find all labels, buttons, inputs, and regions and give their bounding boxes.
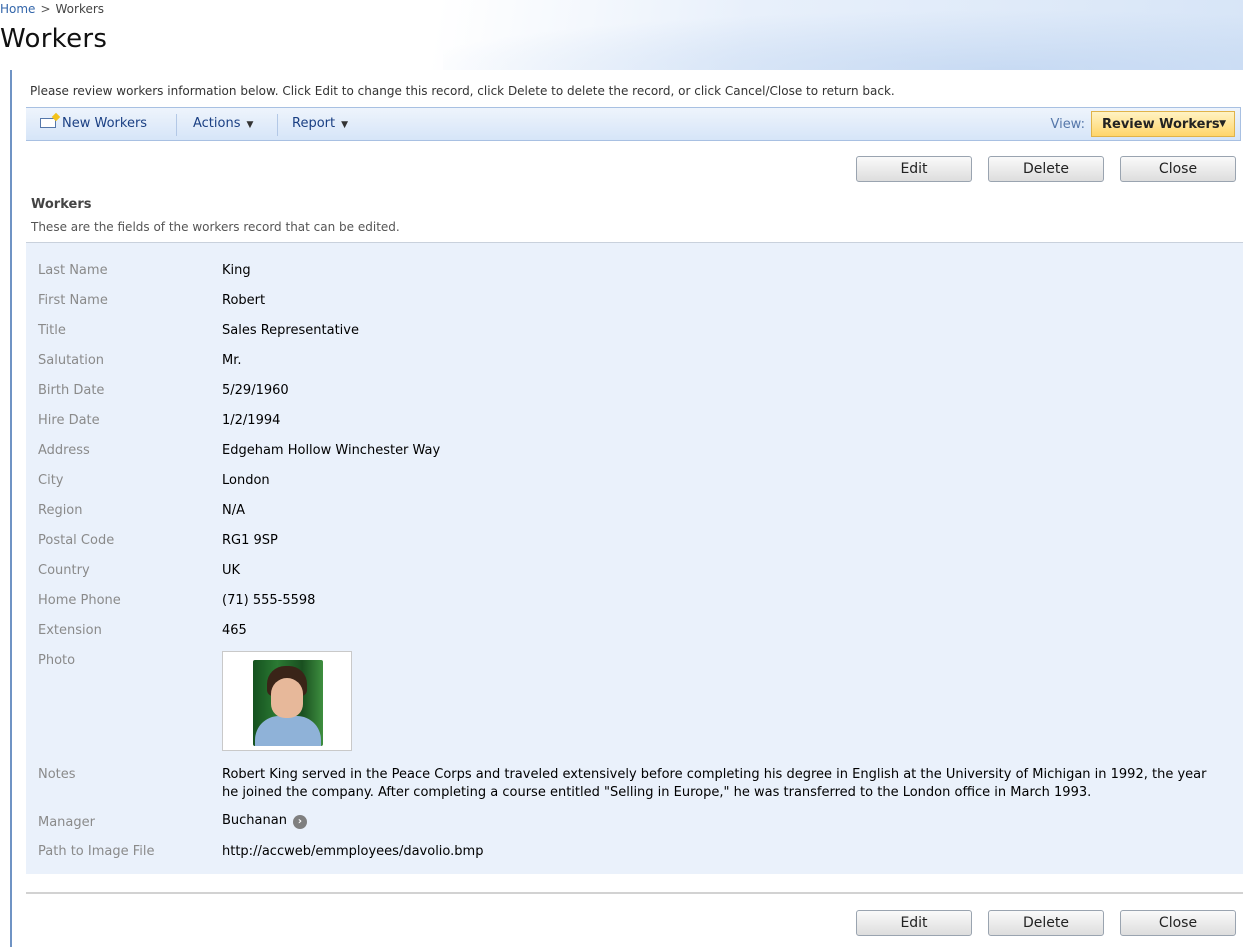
page-header: Home > Workers Workers — [0, 0, 1243, 70]
field-label-image-path: Path to Image File — [38, 844, 155, 859]
field-label-home-phone: Home Phone — [38, 593, 121, 608]
actions-menu[interactable]: Actions ▼ — [193, 116, 253, 131]
field-value-postal-code: RG1 9SP — [222, 533, 278, 548]
field-value-last-name: King — [222, 263, 251, 278]
field-value-extension: 465 — [222, 623, 247, 638]
photo-shirt — [255, 716, 321, 746]
field-label-manager: Manager — [38, 815, 95, 830]
section-description: These are the fields of the workers reco… — [31, 220, 400, 234]
field-label-extension: Extension — [38, 623, 102, 638]
photo-face — [271, 678, 303, 718]
field-label-salutation: Salutation — [38, 353, 105, 368]
toolbar: New Workers Actions ▼ Report ▼ View: Revie… — [26, 107, 1241, 141]
new-workers-label: New Workers — [62, 116, 148, 131]
field-label-photo: Photo — [38, 653, 76, 668]
field-value-salutation: Mr. — [222, 353, 242, 368]
field-label-hire-date: Hire Date — [38, 413, 100, 428]
field-value-region: N/A — [222, 503, 245, 518]
field-value-city: London — [222, 473, 270, 488]
field-label-first-name: First Name — [38, 293, 108, 308]
view-selector-value: Review Workers — [1102, 117, 1220, 132]
close-button[interactable]: Close — [1120, 156, 1236, 182]
close-button-bottom[interactable]: Close — [1120, 910, 1236, 936]
new-item-icon — [40, 118, 56, 128]
delete-button-bottom[interactable]: Delete — [988, 910, 1104, 936]
toolbar-separator — [176, 114, 177, 136]
view-selector[interactable]: Review Workers ▼ — [1091, 111, 1235, 137]
field-value-first-name: Robert — [222, 293, 266, 308]
manager-link-label: Buchanan — [222, 813, 287, 828]
employee-photo — [253, 660, 323, 746]
report-menu[interactable]: Report ▼ — [292, 116, 348, 131]
manager-link[interactable]: Buchanan › — [222, 813, 307, 829]
field-value-notes: Robert King served in the Peace Corps an… — [222, 767, 1207, 800]
breadcrumb-separator: > — [40, 2, 51, 16]
edit-button-bottom[interactable]: Edit — [856, 910, 972, 936]
header-decoration — [443, 0, 1243, 70]
actions-label: Actions — [193, 116, 241, 131]
field-label-postal-code: Postal Code — [38, 533, 115, 548]
delete-button[interactable]: Delete — [988, 156, 1104, 182]
new-workers-button[interactable]: New Workers — [40, 116, 147, 131]
edit-button[interactable]: Edit — [856, 156, 972, 182]
photo-frame — [222, 651, 352, 751]
field-label-title: Title — [38, 323, 66, 338]
field-value-home-phone: (71) 555-5598 — [222, 593, 316, 608]
divider — [26, 892, 1243, 894]
record-form: Last Name King First Name Robert Title S… — [26, 242, 1243, 874]
intro-text: Please review workers information below.… — [30, 84, 895, 98]
view-label: View: — [1050, 117, 1085, 132]
toolbar-separator — [277, 114, 278, 136]
field-label-last-name: Last Name — [38, 263, 108, 278]
field-value-address: Edgeham Hollow Winchester Way — [222, 443, 441, 458]
breadcrumb-home-link[interactable]: Home — [0, 2, 35, 16]
left-border — [10, 70, 12, 947]
field-value-hire-date: 1/2/1994 — [222, 413, 281, 428]
field-value-title: Sales Representative — [222, 323, 359, 338]
page-title: Workers — [0, 24, 108, 54]
field-value-country: UK — [222, 563, 241, 578]
field-label-country: Country — [38, 563, 90, 578]
field-label-notes: Notes — [38, 767, 76, 782]
arrow-right-circle-icon: › — [292, 815, 307, 829]
breadcrumb: Home > Workers — [0, 2, 104, 16]
field-label-birth-date: Birth Date — [38, 383, 105, 398]
field-value-image-path: http://accweb/emmployees/davolio.bmp — [222, 844, 484, 859]
section-title: Workers — [31, 197, 92, 212]
chevron-down-icon: ▼ — [1219, 119, 1226, 129]
field-label-address: Address — [38, 443, 90, 458]
field-label-region: Region — [38, 503, 83, 518]
breadcrumb-current: Workers — [55, 2, 105, 16]
report-label: Report — [292, 116, 336, 131]
field-value-birth-date: 5/29/1960 — [222, 383, 289, 398]
chevron-down-icon: ▼ — [341, 120, 349, 130]
field-label-city: City — [38, 473, 64, 488]
chevron-down-icon: ▼ — [246, 120, 254, 130]
